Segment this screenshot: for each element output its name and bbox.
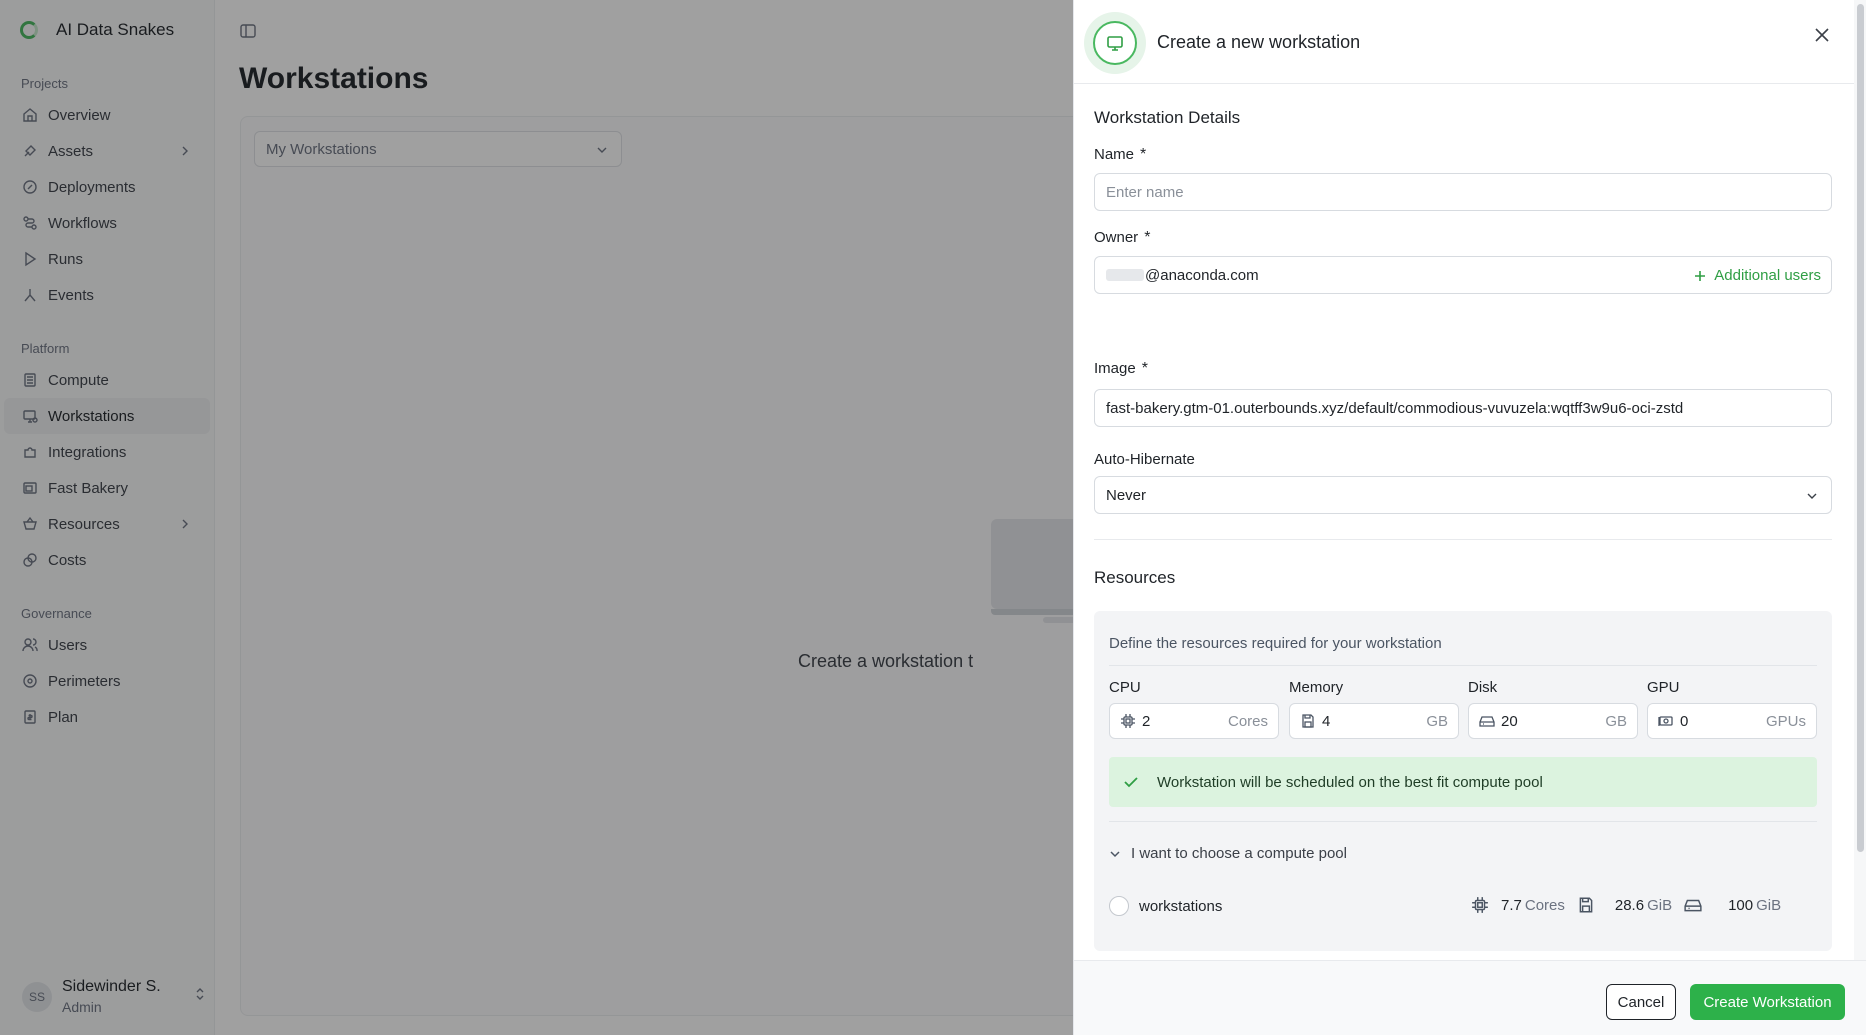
owner-field[interactable]: @anaconda.com Additional users: [1094, 256, 1832, 294]
plus-icon: [1695, 270, 1706, 281]
cpu-field-group: CPU 2 Cores: [1109, 679, 1279, 739]
memory-unit: GB: [1426, 713, 1448, 730]
pool-memory-unit: GiB: [1647, 896, 1673, 914]
name-field-group: Name *: [1094, 146, 1832, 164]
drawer-footer: Cancel Create Workstation: [1074, 960, 1866, 1035]
disk-unit: GB: [1605, 713, 1627, 730]
cpu-input[interactable]: 2 Cores: [1109, 703, 1279, 739]
pool-specs: 7.7 Cores 28.6 GiB 100 GiB: [1471, 896, 1781, 914]
divider: [1109, 821, 1817, 822]
pool-disk-unit: GiB: [1756, 896, 1782, 914]
divider: [1094, 539, 1832, 540]
create-workstation-button[interactable]: Create Workstation: [1690, 984, 1845, 1020]
required-marker: *: [1140, 146, 1147, 163]
auto-hibernate-value: Never: [1106, 486, 1147, 504]
name-label: Name: [1094, 146, 1135, 163]
disk-label: Disk: [1468, 679, 1498, 696]
additional-users-button[interactable]: Additional users: [1693, 267, 1821, 284]
modal-backdrop[interactable]: [0, 0, 1073, 1035]
image-label: Image: [1094, 360, 1136, 377]
drawer-title: Create a new workstation: [1157, 32, 1361, 52]
memory-icon: [1302, 714, 1314, 728]
additional-users-label: Additional users: [1714, 267, 1821, 284]
owner-label: Owner: [1094, 229, 1139, 246]
gpu-value: 0: [1680, 712, 1689, 730]
cpu-label: CPU: [1109, 679, 1141, 696]
required-marker: *: [1141, 360, 1148, 377]
name-input[interactable]: [1106, 183, 1831, 201]
schedule-alert: Workstation will be scheduled on the bes…: [1109, 757, 1817, 807]
name-input-wrapper: [1094, 173, 1832, 211]
cancel-button[interactable]: Cancel: [1606, 984, 1676, 1020]
section-heading-details: Workstation Details: [1094, 108, 1241, 127]
resources-description: Define the resources required for your w…: [1109, 635, 1442, 652]
pool-radio[interactable]: [1109, 896, 1129, 916]
owner-value: @anaconda.com: [1145, 266, 1259, 284]
hibernate-field-group: Auto-Hibernate: [1094, 451, 1832, 469]
required-marker: *: [1144, 229, 1151, 246]
cpu-value: 2: [1142, 712, 1151, 730]
redacted-username: [1106, 269, 1144, 281]
image-field[interactable]: fast-bakery.gtm-01.outerbounds.xyz/defau…: [1094, 389, 1832, 427]
pool-cores-unit: Cores: [1524, 896, 1565, 914]
chevron-down-icon: [1110, 850, 1120, 857]
drawer-header: Create a new workstation: [1074, 0, 1866, 84]
image-field-group: Image *: [1094, 360, 1832, 378]
pool-name: workstations: [1139, 897, 1223, 915]
monitor-icon: [1107, 36, 1123, 51]
create-workstation-drawer: Create a new workstation Workstation Det…: [1073, 0, 1866, 1035]
auto-hibernate-select[interactable]: Never: [1094, 476, 1832, 514]
cpu-icon: [1472, 897, 1488, 913]
pool-option-row[interactable]: workstations 7.7 Cores 28.6 GiB 100 GiB: [1109, 891, 1817, 921]
section-heading-resources: Resources: [1094, 568, 1176, 587]
scrollbar[interactable]: [1854, 0, 1866, 960]
memory-input[interactable]: 4 GB: [1289, 703, 1459, 739]
disk-field-group: Disk 20 GB: [1468, 679, 1638, 739]
resources-box: Define the resources required for your w…: [1094, 611, 1832, 951]
image-value: fast-bakery.gtm-01.outerbounds.xyz/defau…: [1106, 399, 1684, 417]
gpu-input[interactable]: 0 GPUs: [1647, 703, 1817, 739]
memory-value: 4: [1322, 712, 1331, 730]
workstation-form: Workstation Details Name * Owner * @anacon…: [1094, 84, 1832, 951]
gpu-field-group: GPU 0 GPUs: [1647, 679, 1817, 739]
memory-field-group: Memory 4 GB: [1289, 679, 1459, 739]
gpu-unit: GPUs: [1765, 713, 1806, 730]
close-icon[interactable]: [1812, 25, 1832, 45]
disk-icon: [1479, 716, 1495, 727]
hibernate-label: Auto-Hibernate: [1094, 451, 1195, 468]
chevron-down-icon: [1807, 493, 1817, 499]
owner-field-group: Owner *: [1094, 229, 1832, 247]
disk-value: 20: [1501, 712, 1518, 730]
memory-label: Memory: [1289, 679, 1344, 696]
header-icon-badge: [1084, 12, 1146, 74]
choose-pool-toggle[interactable]: I want to choose a compute pool: [1109, 845, 1347, 862]
divider: [1109, 665, 1817, 666]
schedule-alert-text: Workstation will be scheduled on the bes…: [1157, 773, 1543, 791]
disk-input[interactable]: 20 GB: [1468, 703, 1638, 739]
choose-pool-label: I want to choose a compute pool: [1131, 845, 1347, 862]
memory-icon: [1579, 897, 1593, 913]
gpu-label: GPU: [1647, 679, 1680, 696]
pool-memory: 28.6: [1614, 896, 1645, 914]
cpu-icon: [1121, 714, 1135, 728]
scrollbar-thumb[interactable]: [1857, 4, 1864, 852]
cpu-unit: Cores: [1227, 713, 1268, 730]
pool-disk: 100: [1728, 896, 1754, 914]
pool-cores: 7.7: [1501, 896, 1522, 914]
gpu-icon: [1658, 716, 1673, 726]
check-icon: [1124, 777, 1138, 788]
disk-icon: [1684, 899, 1702, 912]
